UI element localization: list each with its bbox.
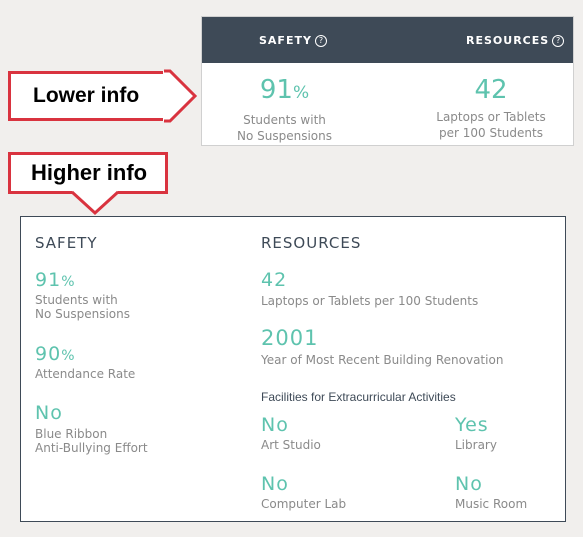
facility-label: Art Studio (261, 438, 321, 452)
facility-label: Music Room (455, 497, 528, 511)
compact-card-header: SAFETY? RESOURCES? (202, 17, 573, 63)
help-icon[interactable]: ? (314, 35, 327, 47)
safety-stat-blue-ribbon: No Blue Ribbon Anti-Bullying Effort (35, 402, 148, 455)
stat-value: 2001 (261, 326, 319, 350)
stat-desc-line2: No Suspensions (35, 307, 130, 321)
stat-number: 91 (35, 269, 62, 291)
stat-value: 91% (35, 269, 130, 293)
safety-heading: SAFETY (35, 234, 98, 252)
resources-heading: RESOURCES (261, 234, 362, 252)
facilities-heading: Facilities for Extracurricular Activitie… (261, 390, 456, 404)
facility-value: No (455, 473, 483, 495)
callout-higher-label: Higher info (31, 160, 148, 185)
stat-desc-line2: No Suspensions (237, 129, 332, 143)
detailed-stats-card: SAFETY 91% Students with No Suspensions … (20, 216, 566, 522)
stat-unit: % (61, 348, 76, 364)
safety-stat-suspensions: 91% Students with No Suspensions (35, 269, 130, 321)
stat-number: 90 (35, 343, 62, 365)
stat-desc-line1: Blue Ribbon (35, 427, 108, 441)
facility-computer-lab: No Computer Lab (261, 473, 346, 511)
stat-value: 91% (202, 75, 367, 108)
stat-desc: Year of Most Recent Building Renovation (261, 353, 504, 367)
stat-value: No (35, 402, 63, 424)
stat-desc-line2: Anti-Bullying Effort (35, 441, 148, 455)
facility-label: Computer Lab (261, 497, 347, 511)
compact-header-safety: SAFETY? (259, 34, 327, 47)
callout-higher-info: Higher info (8, 152, 168, 194)
facility-music-room: No Music Room (455, 473, 527, 511)
compact-safety-stat: 91% Students with No Suspensions (202, 75, 367, 144)
facility-art-studio: No Art Studio (261, 414, 321, 452)
stat-unit: % (292, 83, 310, 103)
stat-desc-line1: Students with (243, 113, 326, 127)
callout-lower-arrow (163, 69, 198, 123)
stat-desc-line1: Laptops or Tablets (436, 110, 546, 124)
compact-header-resources-label: RESOURCES (466, 34, 550, 47)
callout-lower-label: Lower info (33, 84, 140, 107)
facility-label: Library (455, 438, 497, 452)
help-icon[interactable]: ? (552, 35, 565, 47)
compact-resources-stat: 42 Laptops or Tablets per 100 Students (407, 75, 575, 141)
callout-lower-info: Lower info (8, 71, 166, 121)
resources-stat-renovation: 2001 Year of Most Recent Building Renova… (261, 327, 503, 367)
safety-stat-attendance: 90% Attendance Rate (35, 343, 135, 381)
resources-stat-laptops: 42 Laptops or Tablets per 100 Students (261, 269, 478, 308)
stat-desc: Laptops or Tablets per 100 Students (261, 294, 479, 308)
stat-desc-line1: Attendance Rate (35, 367, 136, 381)
facility-value: No (261, 414, 289, 436)
stat-unit: % (61, 274, 76, 290)
compact-header-resources: RESOURCES? (466, 34, 565, 47)
callout-higher-arrow (70, 190, 120, 216)
stat-desc-line1: Students with (35, 293, 118, 307)
compact-stats-card: SAFETY? RESOURCES? 91% Students with No … (201, 16, 574, 146)
facility-value: No (261, 473, 289, 495)
facility-value: Yes (455, 414, 489, 436)
compact-header-safety-label: SAFETY (259, 34, 312, 47)
stat-number: 91 (259, 75, 293, 105)
facility-library: Yes Library (455, 414, 497, 452)
stat-desc-line2: per 100 Students (439, 126, 543, 140)
stat-value: 90% (35, 343, 135, 367)
stat-value: 42 (474, 75, 508, 105)
stat-value: 42 (261, 269, 288, 291)
